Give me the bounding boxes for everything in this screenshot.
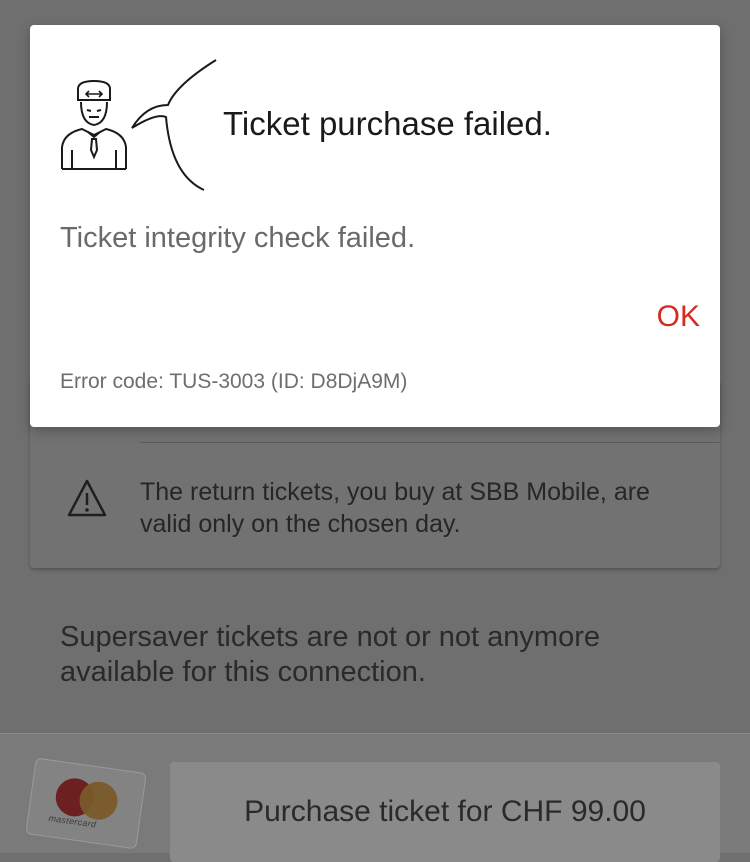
supersaver-info: Supersaver tickets are not or not anymor… — [60, 621, 600, 688]
notice-text: The return tickets, you buy at SBB Mobil… — [140, 478, 650, 538]
warning-icon — [67, 479, 107, 517]
conductor-icon — [61, 59, 217, 191]
dialog-title: Ticket purchase failed. — [223, 105, 552, 142]
purchase-button[interactable]: Purchase ticket for CHF 99.00 — [170, 762, 720, 862]
error-code: Error code: TUS-3003 (ID: D8DjA9M) — [60, 370, 408, 393]
dialog-message: Ticket integrity check failed. — [60, 222, 416, 254]
payment-card[interactable]: mastercard — [25, 757, 147, 850]
error-dialog: Ticket purchase failed. Ticket integrity… — [30, 25, 720, 427]
divider — [140, 442, 720, 443]
ok-button[interactable]: OK — [630, 300, 700, 342]
